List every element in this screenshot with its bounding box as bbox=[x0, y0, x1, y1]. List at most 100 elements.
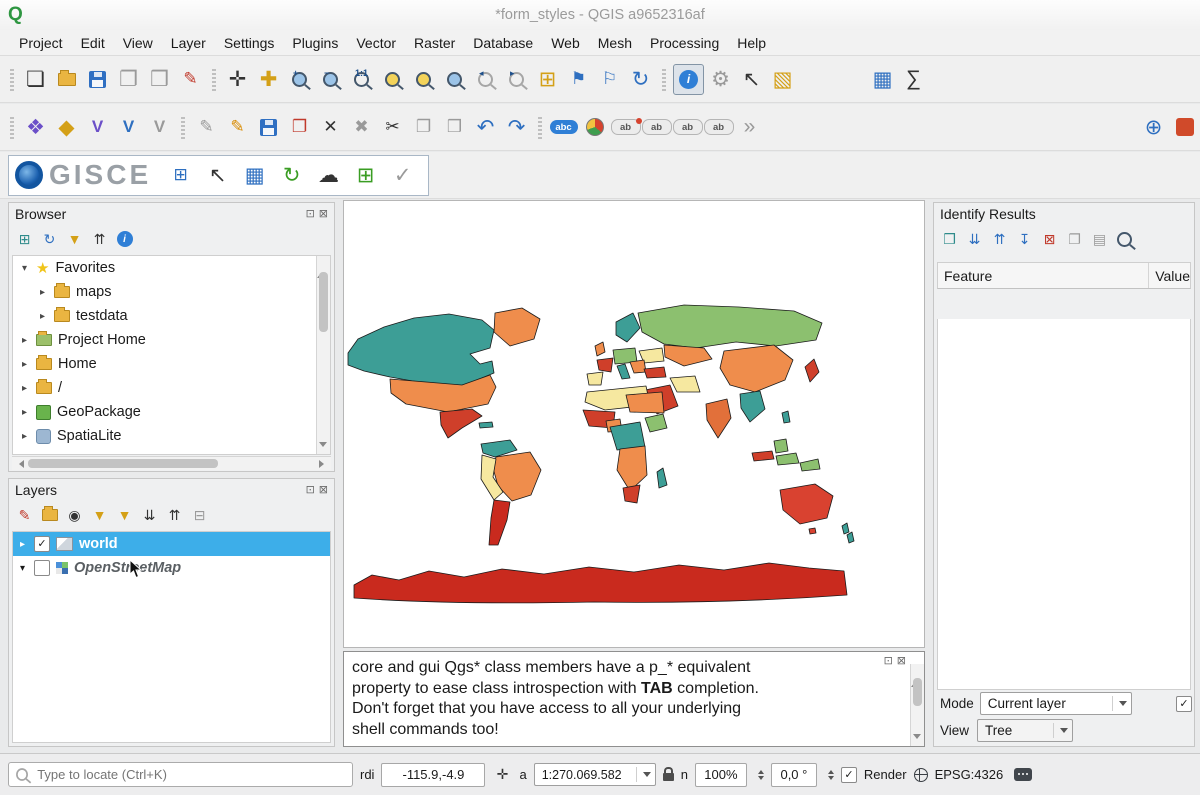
menu-project[interactable]: Project bbox=[10, 32, 72, 54]
save-project-icon[interactable] bbox=[83, 65, 112, 94]
show-bookmarks-icon[interactable]: ⚐ bbox=[595, 65, 624, 94]
menu-processing[interactable]: Processing bbox=[641, 32, 728, 54]
auto-open-form-checkbox[interactable]: ✓ bbox=[1176, 696, 1192, 712]
scale-combobox[interactable]: 1:270.069.582 bbox=[534, 763, 656, 786]
toolbar-handle[interactable] bbox=[10, 67, 14, 91]
menu-vector[interactable]: Vector bbox=[347, 32, 405, 54]
gisce-sync-icon[interactable]: ↻ bbox=[277, 161, 306, 190]
open-project-icon[interactable] bbox=[52, 65, 81, 94]
new-virtual-layer-icon[interactable]: V bbox=[145, 113, 174, 142]
label-highlight-icon[interactable]: ab bbox=[673, 113, 702, 142]
rotation-spinbox[interactable]: 0,0 ° bbox=[771, 763, 817, 787]
browser-item-geopackage[interactable]: ▸ GeoPackage bbox=[13, 400, 330, 424]
redo-icon[interactable]: ↷ bbox=[502, 113, 531, 142]
python-console[interactable]: ⊡ ⊠ core and gui Qgs* class members have… bbox=[343, 651, 925, 747]
data-source-manager-icon[interactable]: ❖ bbox=[21, 113, 50, 142]
browser-close-icon[interactable]: ⊠ bbox=[319, 207, 328, 220]
console-float-icon[interactable]: ⊡ bbox=[884, 651, 893, 672]
remove-layer-icon[interactable]: ⊟ bbox=[188, 504, 211, 527]
zoom-native-icon[interactable]: 1:1 bbox=[347, 65, 376, 94]
browser-float-icon[interactable]: ⊡ bbox=[306, 207, 315, 220]
browser-item-root[interactable]: ▸ / bbox=[13, 376, 330, 400]
zoom-next-icon[interactable]: ▸ bbox=[502, 65, 531, 94]
column-value[interactable]: Value bbox=[1149, 268, 1190, 284]
layer-visibility-checkbox[interactable]: ✓ bbox=[34, 536, 50, 552]
pan-map-icon[interactable]: ✛ bbox=[223, 65, 252, 94]
copy-style-icon[interactable]: ❐ bbox=[285, 113, 314, 142]
browser-collapse-all-icon[interactable]: ⇈ bbox=[88, 228, 111, 251]
menu-layer[interactable]: Layer bbox=[162, 32, 215, 54]
deselect-features-icon[interactable]: ▧ bbox=[768, 65, 797, 94]
cut-features-icon[interactable]: ✂ bbox=[378, 113, 407, 142]
feature-actions-icon[interactable]: ⚙ bbox=[706, 65, 735, 94]
identify-mode-tool-icon[interactable] bbox=[1113, 228, 1136, 251]
zoom-to-selection-icon[interactable] bbox=[409, 65, 438, 94]
statistical-summary-icon[interactable]: ∑ bbox=[899, 65, 928, 94]
label-single-icon[interactable]: ab bbox=[611, 113, 640, 142]
browser-refresh-icon[interactable]: ↻ bbox=[38, 228, 61, 251]
label-pin-icon[interactable]: ab bbox=[642, 113, 671, 142]
layer-row-openstreetmap[interactable]: ▾ OpenStreetMap bbox=[13, 556, 330, 580]
render-checkbox[interactable]: ✓ bbox=[841, 767, 857, 783]
browser-item-spatialite[interactable]: ▸ SpatiaLite bbox=[13, 424, 330, 448]
gisce-tree-icon[interactable]: ⊞ bbox=[166, 161, 195, 190]
layer-styling-icon[interactable]: ✎ bbox=[13, 504, 36, 527]
zoom-out-icon[interactable]: − bbox=[316, 65, 345, 94]
menu-web[interactable]: Web bbox=[542, 32, 589, 54]
zoom-last-icon[interactable]: ◂ bbox=[471, 65, 500, 94]
layout-manager-icon[interactable]: ❒ bbox=[145, 65, 174, 94]
open-attribute-table-icon[interactable]: ▦ bbox=[868, 65, 897, 94]
add-group-icon[interactable] bbox=[38, 504, 61, 527]
new-spatialite-layer-icon[interactable]: V bbox=[114, 113, 143, 142]
toolbar-handle[interactable] bbox=[662, 67, 666, 91]
column-feature[interactable]: Feature bbox=[938, 268, 1072, 284]
identify-open-form-icon[interactable]: ❒ bbox=[938, 228, 961, 251]
pan-to-selection-icon[interactable]: ✚ bbox=[254, 65, 283, 94]
metasearch-globe-icon[interactable]: ⊕ bbox=[1139, 113, 1168, 142]
identify-features-icon[interactable]: i bbox=[673, 64, 704, 95]
browser-filter-icon[interactable]: ▼ bbox=[63, 228, 86, 251]
browser-item-testdata[interactable]: ▸ testdata bbox=[13, 304, 330, 328]
console-scrollbar[interactable] bbox=[910, 664, 924, 746]
zoom-in-icon[interactable]: + bbox=[285, 65, 314, 94]
toolbar-handle[interactable] bbox=[181, 115, 185, 139]
map-canvas[interactable] bbox=[343, 200, 925, 648]
toolbar-handle[interactable] bbox=[212, 67, 216, 91]
menu-view[interactable]: View bbox=[114, 32, 162, 54]
label-move-icon[interactable]: ab bbox=[704, 113, 733, 142]
browser-add-layers-icon[interactable]: ⊞ bbox=[13, 228, 36, 251]
gisce-cloud-upload-icon[interactable]: ☁ bbox=[314, 161, 343, 190]
locate-input[interactable] bbox=[35, 766, 346, 783]
crs-status[interactable]: EPSG:4326 bbox=[935, 767, 1004, 782]
identify-copy-icon[interactable]: ❐ bbox=[1063, 228, 1086, 251]
map-themes-icon[interactable]: ◉ bbox=[63, 504, 86, 527]
new-geopackage-layer-icon[interactable]: ◆ bbox=[52, 113, 81, 142]
menu-plugins[interactable]: Plugins bbox=[283, 32, 347, 54]
expand-all-icon[interactable]: ⇊ bbox=[138, 504, 161, 527]
identify-results-list[interactable] bbox=[937, 319, 1191, 690]
browser-vertical-scrollbar[interactable] bbox=[316, 256, 330, 454]
undo-icon[interactable]: ↶ bbox=[471, 113, 500, 142]
gisce-check-icon[interactable]: ✓ bbox=[388, 161, 417, 190]
new-map-view-icon[interactable]: ⊞ bbox=[533, 65, 562, 94]
browser-item-favorites[interactable]: ▾ ★ Favorites bbox=[13, 256, 330, 280]
menu-edit[interactable]: Edit bbox=[72, 32, 114, 54]
collapse-all-icon[interactable]: ⇈ bbox=[163, 504, 186, 527]
layer-visibility-checkbox[interactable] bbox=[34, 560, 50, 576]
vertex-tool-icon[interactable]: ✕ bbox=[316, 113, 345, 142]
layer-labeling-icon[interactable]: abc bbox=[549, 113, 578, 142]
toggle-editing-icon[interactable]: ✎ bbox=[223, 113, 252, 142]
zoom-to-layer-icon[interactable] bbox=[440, 65, 469, 94]
browser-item-project-home[interactable]: ▸ Project Home bbox=[13, 328, 330, 352]
layer-row-world[interactable]: ▸ ✓ world bbox=[13, 532, 330, 556]
magnifier-spinbox[interactable]: 100% bbox=[695, 763, 747, 787]
new-bookmark-icon[interactable]: ⚑ bbox=[564, 65, 593, 94]
browser-item-maps[interactable]: ▸ maps bbox=[13, 280, 330, 304]
identify-clear-results-icon[interactable]: ⊠ bbox=[1038, 228, 1061, 251]
menu-settings[interactable]: Settings bbox=[215, 32, 284, 54]
new-project-icon[interactable]: ❏ bbox=[21, 65, 50, 94]
toolbar-overflow-icon[interactable]: » bbox=[735, 113, 764, 142]
style-manager-icon[interactable]: ✎ bbox=[176, 65, 205, 94]
messages-icon[interactable] bbox=[1014, 768, 1032, 781]
mode-combobox[interactable]: Current layer bbox=[980, 692, 1132, 715]
